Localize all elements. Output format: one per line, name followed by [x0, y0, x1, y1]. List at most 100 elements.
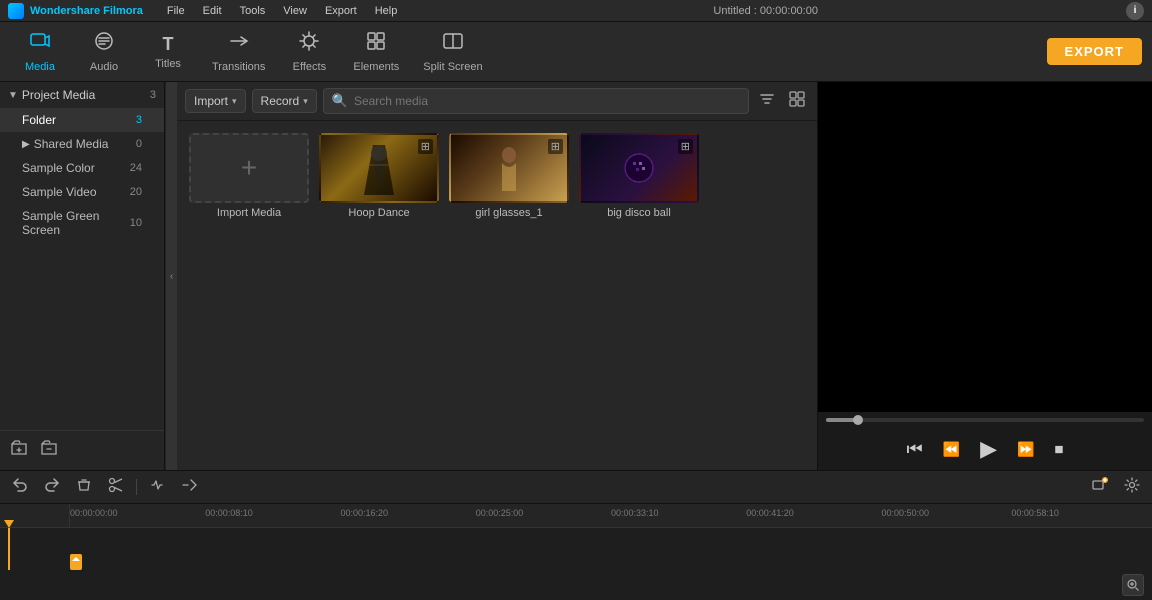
cut-button[interactable] — [104, 475, 128, 499]
ruler-label-3: 00:00:25:00 — [476, 508, 524, 518]
project-media-count: 3 — [150, 89, 156, 101]
toolbar-transitions-label: Transitions — [212, 61, 265, 73]
toolbar-effects[interactable]: Effects — [279, 26, 339, 77]
girl-label: girl glasses_1 — [449, 207, 569, 219]
hoop-dance-item[interactable]: ⊞ Hoop Dance — [319, 133, 439, 219]
splitscreen-icon — [442, 30, 464, 58]
menu-help[interactable]: Help — [367, 3, 406, 19]
menu-edit[interactable]: Edit — [195, 3, 230, 19]
new-folder-icon[interactable] — [10, 439, 28, 462]
sidebar-item-sample-green[interactable]: Sample Green Screen 10 — [0, 204, 164, 242]
menu-view[interactable]: View — [275, 3, 315, 19]
redo-button[interactable] — [40, 475, 64, 499]
toolbar-effects-label: Effects — [293, 61, 326, 73]
project-media-label: Project Media — [22, 88, 95, 102]
elements-icon — [365, 30, 387, 58]
sidebar-collapse-btn[interactable]: ‹ — [165, 82, 177, 470]
logo-icon — [8, 3, 24, 19]
media-grid: + Import Media ⊞ Hoop Dance ⊞ girl glass… — [177, 121, 817, 470]
speed-button[interactable] — [177, 475, 201, 499]
window-title: Untitled : 00:00:00:00 — [405, 5, 1126, 17]
timeline-area: 00:00:00:00 00:00:08:10 00:00:16:20 00:0… — [0, 470, 1152, 600]
toolbar-media-label: Media — [25, 61, 55, 73]
import-label: Import — [194, 94, 228, 108]
info-icon[interactable]: i — [1126, 2, 1144, 20]
hoop-thumb: ⊞ — [319, 133, 439, 203]
timeline-toolbar — [0, 471, 1152, 504]
toolbar-transitions[interactable]: Transitions — [202, 26, 275, 77]
search-bar[interactable]: 🔍 — [323, 88, 749, 114]
toolbar-audio[interactable]: Audio — [74, 26, 134, 77]
preview-controls: ⏮ ⏪ ▶ ⏩ ⏹ — [818, 428, 1152, 470]
grid-view-icon[interactable] — [785, 89, 809, 114]
menu-export[interactable]: Export — [317, 3, 365, 19]
sample-video-label: Sample Video — [22, 185, 97, 199]
settings-icon[interactable] — [1120, 475, 1144, 499]
playhead-bottom-marker — [70, 554, 82, 570]
toolbar-audio-label: Audio — [90, 61, 118, 73]
expand-icon: ⊞ — [678, 139, 693, 154]
sidebar-item-sample-video[interactable]: Sample Video 20 — [0, 180, 164, 204]
sample-green-count: 10 — [130, 217, 142, 229]
hoop-label: Hoop Dance — [319, 207, 439, 219]
ruler-label-6: 00:00:50:00 — [882, 508, 930, 518]
sidebar-item-folder[interactable]: Folder 3 — [0, 108, 164, 132]
search-input[interactable] — [354, 94, 740, 108]
ruler-label-7: 00:00:58:10 — [1011, 508, 1059, 518]
toolbar-media[interactable]: Media — [10, 26, 70, 77]
menu-file[interactable]: File — [159, 3, 193, 19]
expand-icon: ⊞ — [418, 139, 433, 154]
progress-track[interactable] — [826, 418, 1144, 422]
app-name: Wondershare Filmora — [30, 5, 143, 17]
import-thumb: + — [189, 133, 309, 203]
undo-button[interactable] — [8, 475, 32, 499]
sidebar-item-sample-color[interactable]: Sample Color 24 — [0, 156, 164, 180]
import-media-item[interactable]: + Import Media — [189, 133, 309, 219]
preview-progress[interactable] — [818, 412, 1152, 428]
delete-folder-icon[interactable] — [40, 439, 58, 462]
add-track-icon[interactable] — [1088, 475, 1112, 499]
ruler-label-4: 00:00:33:10 — [611, 508, 659, 518]
zoom-in-button[interactable] — [1122, 574, 1144, 596]
step-back-button[interactable]: ⏮ — [907, 439, 923, 460]
menu-bar: File Edit Tools View Export Help — [159, 3, 405, 19]
disco-thumb: ⊞ — [579, 133, 699, 203]
stop-button[interactable]: ⏹ — [1055, 439, 1064, 460]
toolbar-elements[interactable]: Elements — [343, 26, 409, 77]
transitions-icon — [228, 30, 250, 58]
ruler-label-0: 00:00:00:00 — [70, 508, 118, 518]
frame-back-button[interactable]: ⏪ — [943, 441, 960, 458]
folder-count: 3 — [136, 114, 142, 126]
toolbar-splitscreen-label: Split Screen — [423, 61, 482, 73]
filter-icon[interactable] — [755, 89, 779, 114]
girl-glasses-item[interactable]: ⊞ girl glasses_1 — [449, 133, 569, 219]
tl-separator — [136, 479, 137, 495]
menu-tools[interactable]: Tools — [232, 3, 274, 19]
progress-dot — [853, 415, 863, 425]
expand-arrow-icon: ▼ — [8, 90, 18, 101]
sample-green-label: Sample Green Screen — [22, 209, 130, 237]
export-button[interactable]: EXPORT — [1047, 38, 1142, 65]
play-button[interactable]: ▶ — [980, 436, 997, 462]
delete-button[interactable] — [72, 475, 96, 499]
disco-ball-item[interactable]: ⊞ big disco ball — [579, 133, 699, 219]
toolbar-titles[interactable]: T Titles — [138, 30, 198, 74]
folder-label: Folder — [22, 113, 56, 127]
timeline-ruler: 00:00:00:00 00:00:08:10 00:00:16:20 00:0… — [0, 504, 1152, 528]
project-media-header[interactable]: ▼ Project Media 3 — [0, 82, 164, 108]
preview-panel: ⏮ ⏪ ▶ ⏩ ⏹ — [817, 82, 1152, 470]
sidebar-item-shared[interactable]: ▶ Shared Media 0 — [0, 132, 164, 156]
timeline-bottom-bar — [0, 570, 1152, 600]
media-toolbar: Import ▾ Record ▾ 🔍 — [177, 82, 817, 121]
frame-forward-button[interactable]: ⏩ — [1017, 441, 1034, 458]
toolbar-splitscreen[interactable]: Split Screen — [413, 26, 492, 77]
audio-mix-button[interactable] — [145, 475, 169, 499]
sidebar: ▼ Project Media 3 Folder 3 ▶ Shared Medi… — [0, 82, 165, 470]
sidebar-footer — [0, 430, 164, 470]
main-area: ▼ Project Media 3 Folder 3 ▶ Shared Medi… — [0, 82, 1152, 470]
record-dropdown[interactable]: Record ▾ — [252, 89, 317, 113]
import-dropdown[interactable]: Import ▾ — [185, 89, 246, 113]
plus-icon: + — [241, 152, 257, 184]
timeline-tracks — [0, 528, 1152, 570]
preview-screen — [818, 82, 1152, 412]
